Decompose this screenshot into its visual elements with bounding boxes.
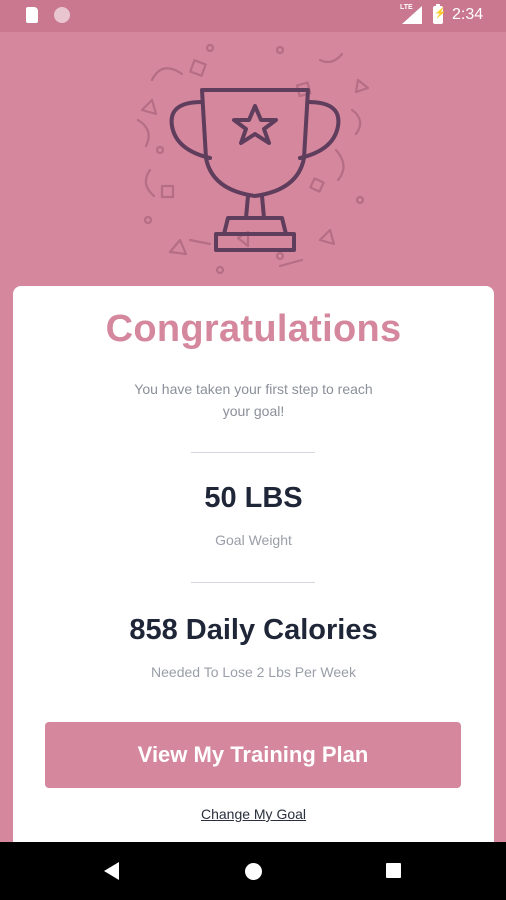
page-title: Congratulations	[105, 308, 402, 350]
status-bar: LTE ⚡ 2:34	[0, 0, 506, 32]
home-icon[interactable]	[245, 863, 262, 880]
view-training-plan-button[interactable]: View My Training Plan	[45, 722, 461, 788]
subtitle: You have taken your first step to reach …	[134, 381, 373, 419]
daily-calories-label: Needed To Lose 2 Lbs Per Week	[151, 664, 356, 680]
navigation-bar	[0, 842, 506, 900]
sd-card-icon	[26, 7, 38, 23]
change-goal-link[interactable]: Change My Goal	[13, 806, 494, 822]
recents-icon[interactable]	[386, 863, 401, 878]
congrats-card: Congratulations You have taken your firs…	[13, 286, 494, 846]
trophy-icon	[136, 43, 370, 275]
notification-dot-icon	[54, 7, 70, 23]
hero-illustration	[0, 32, 506, 286]
goal-weight-label: Goal Weight	[215, 532, 292, 548]
network-type: LTE	[400, 4, 413, 11]
back-icon[interactable]	[104, 862, 119, 880]
divider	[191, 582, 315, 583]
daily-calories-value: 858 Daily Calories	[129, 614, 378, 646]
battery-icon: ⚡	[433, 4, 446, 24]
goal-weight-value: 50 LBS	[204, 482, 303, 514]
status-time: 2:34	[452, 6, 484, 23]
divider	[191, 452, 315, 453]
